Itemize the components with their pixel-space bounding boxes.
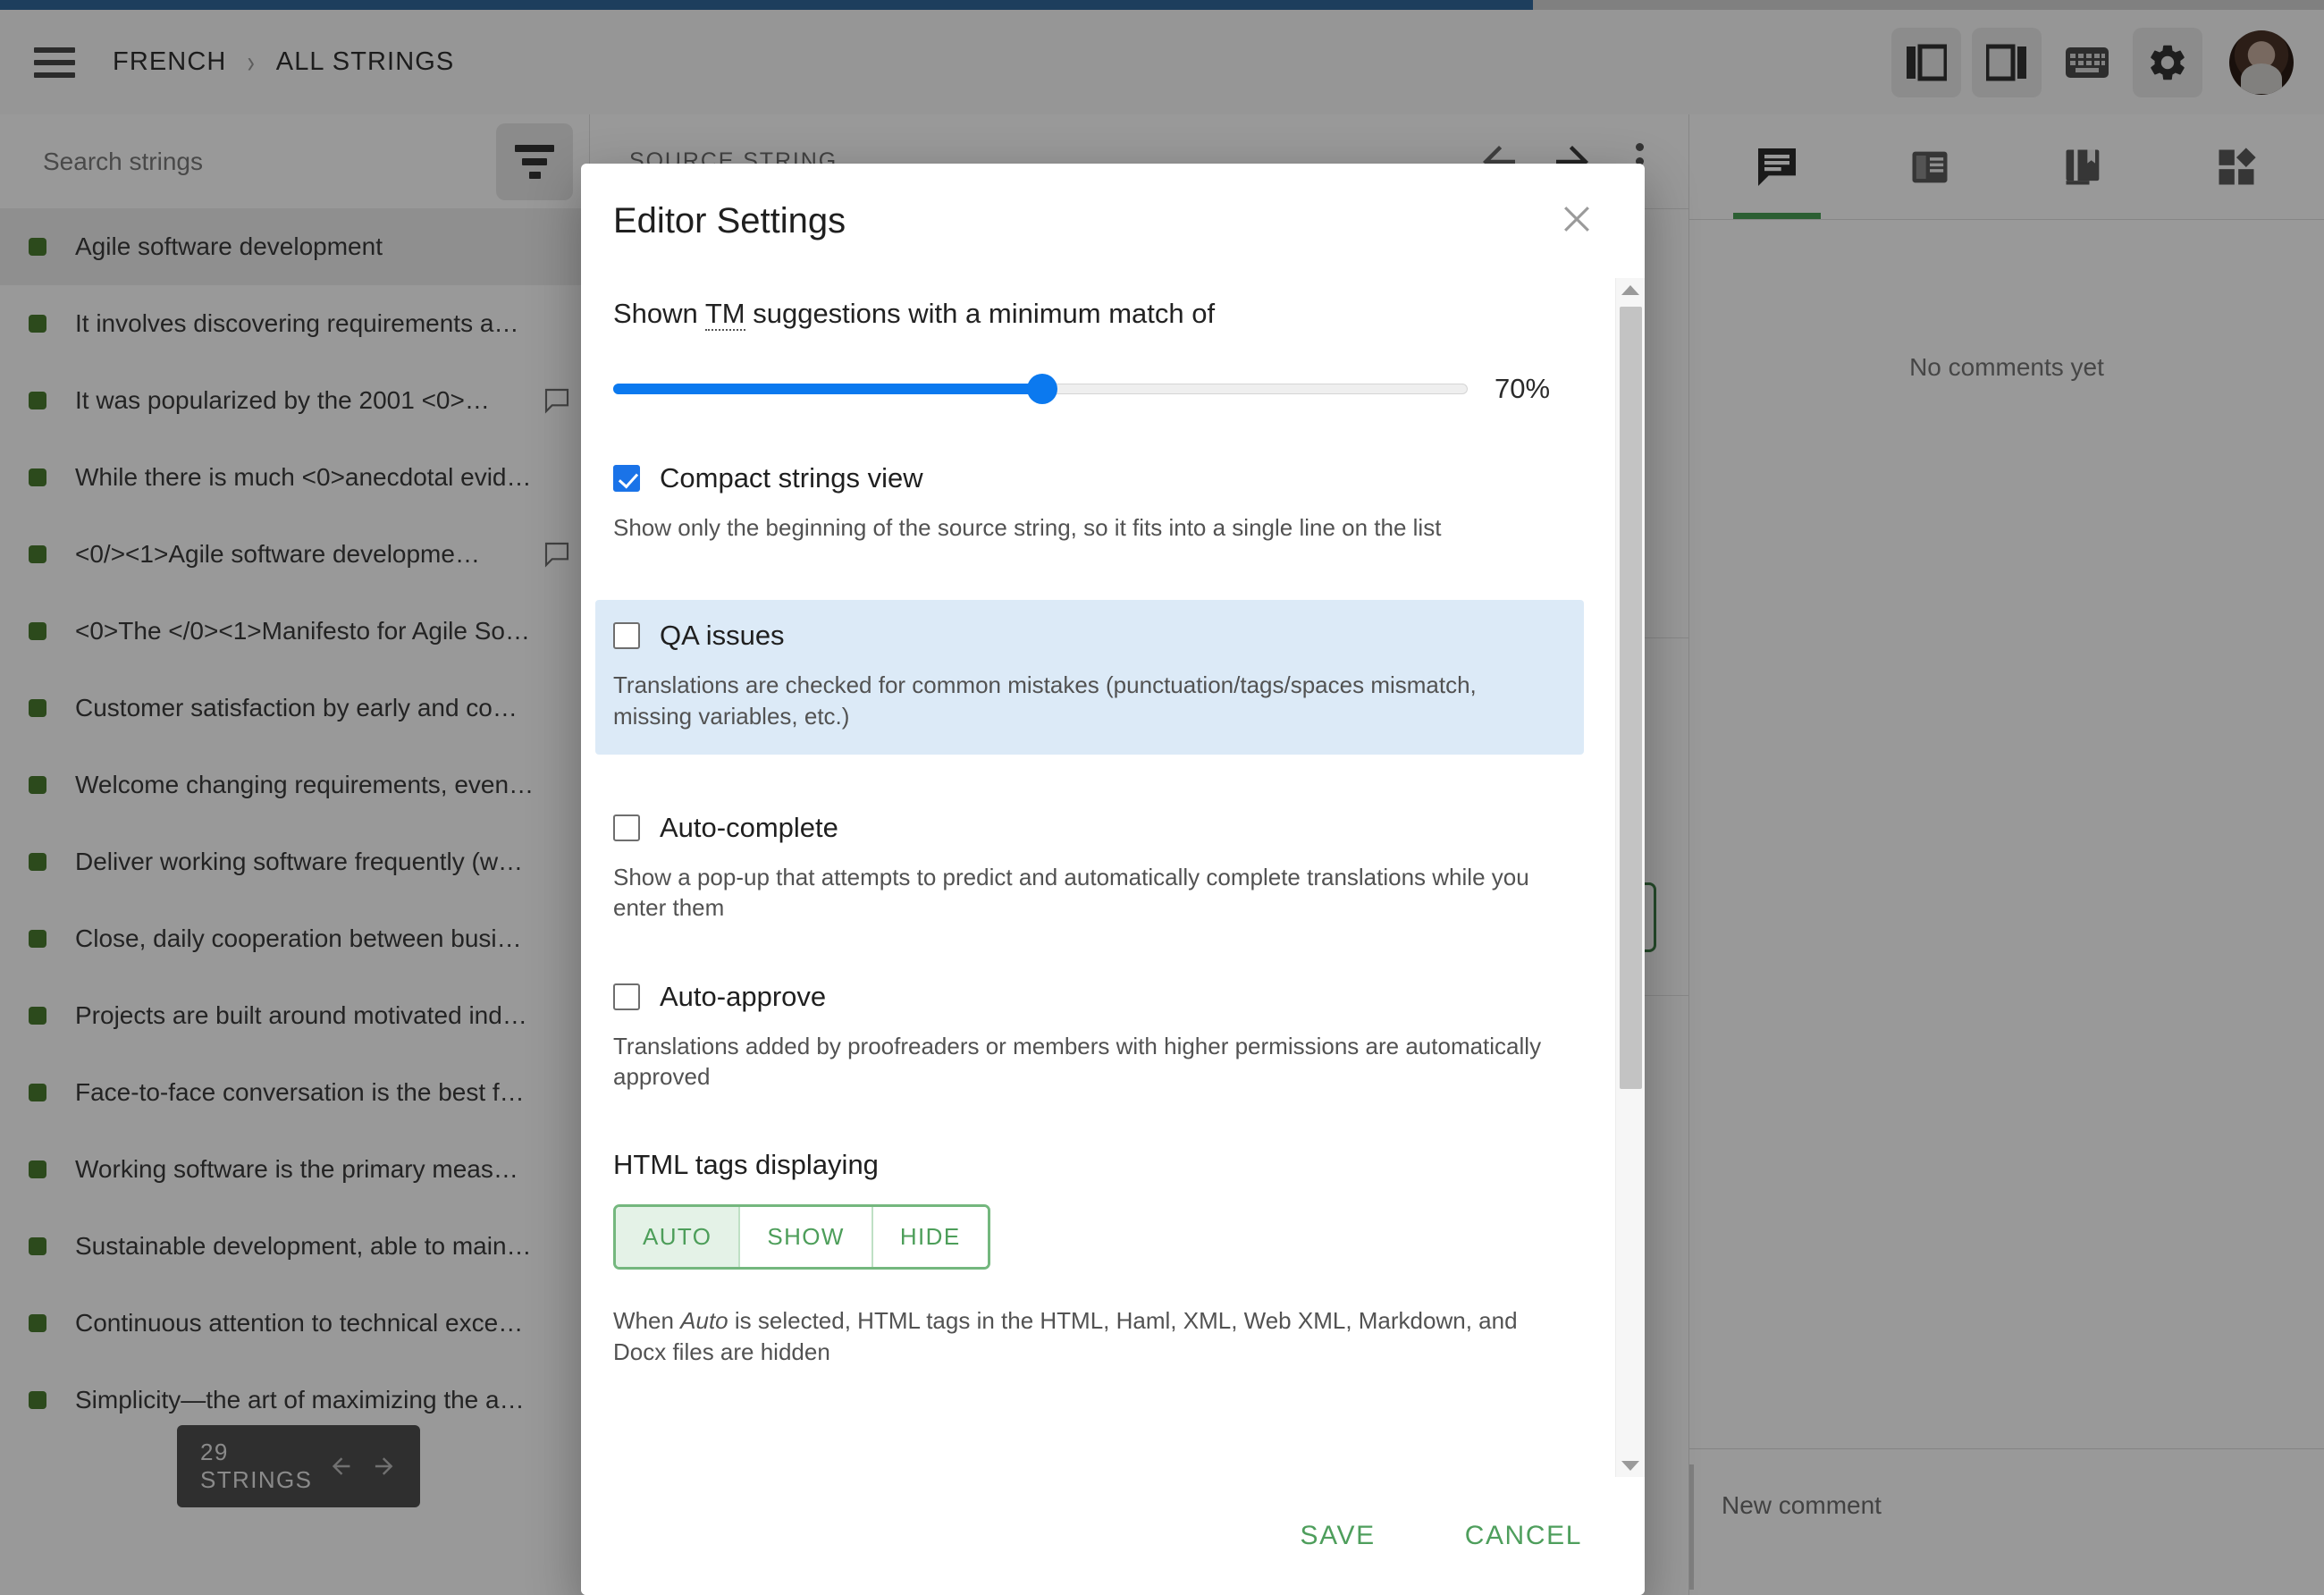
settings-options: Compact strings view Show only the beginn… [613,462,1566,1092]
html-tags-desc-pre: When [613,1307,680,1334]
html-tags-group: HTML tags displaying AUTOSHOWHIDE When A… [613,1149,1566,1368]
save-button[interactable]: SAVE [1291,1508,1384,1564]
dialog-title: Editor Settings [613,201,846,241]
scroll-up-button[interactable] [1616,278,1645,301]
auto-approve-description: Translations added by proofreaders or me… [613,1031,1561,1093]
dialog-body: Shown TM suggestions with a minimum matc… [581,278,1645,1477]
qa-issues-label: QA issues [660,620,785,652]
html-tags-segmented-control: AUTOSHOWHIDE [613,1204,990,1270]
dialog-scrollbar[interactable] [1615,278,1645,1477]
option-auto-complete: Auto-complete Show a pop-up that attempts… [613,812,1566,924]
html-tags-segment-hide[interactable]: HIDE [873,1207,988,1267]
slider-fill [613,384,1042,394]
tm-slider-row: 70% [613,373,1566,405]
html-tags-desc-post: is selected, HTML tags in the HTML, Haml… [613,1307,1518,1365]
editor-settings-dialog: Editor Settings Shown TM suggestions wit… [581,164,1645,1595]
compact-strings-view-checkbox[interactable] [613,465,640,492]
option-compact-strings-view: Compact strings view Show only the beginn… [613,462,1566,543]
option-header: Auto-complete [613,812,1566,844]
dialog-scroll-area: Shown TM suggestions with a minimum matc… [581,278,1615,1477]
option-header: Compact strings view [613,462,1566,494]
caret-up-icon [1621,285,1639,295]
cancel-button[interactable]: CANCEL [1456,1508,1591,1564]
tm-slider-value: 70% [1495,373,1566,405]
slider-thumb[interactable] [1027,374,1057,404]
tm-slider[interactable] [613,379,1468,399]
close-icon [1557,199,1596,239]
option-header: Auto-approve [613,981,1566,1013]
caret-down-icon [1621,1461,1639,1471]
option-header: QA issues [613,620,1566,652]
tm-slider-label: Shown TM suggestions with a minimum matc… [613,287,1566,330]
dialog-header: Editor Settings [581,164,1645,278]
html-tags-description: When Auto is selected, HTML tags in the … [613,1305,1566,1368]
qa-issues-description: Translations are checked for common mist… [613,670,1561,731]
app-root: FRENCH › ALL STRINGS [0,0,2324,1595]
auto-complete-label: Auto-complete [660,812,838,844]
html-tags-label: HTML tags displaying [613,1149,1566,1181]
option-auto-approve: Auto-approve Translations added by proofr… [613,981,1566,1093]
compact-strings-view-description: Show only the beginning of the source st… [613,512,1561,543]
option-qa-issues: QA issues Translations are checked for co… [595,600,1584,755]
auto-approve-label: Auto-approve [660,981,826,1013]
html-tags-segment-show[interactable]: SHOW [740,1207,872,1267]
auto-approve-checkbox[interactable] [613,983,640,1010]
scrollbar-thumb[interactable] [1620,307,1642,1089]
scroll-down-button[interactable] [1616,1454,1645,1477]
auto-complete-description: Show a pop-up that attempts to predict a… [613,862,1561,924]
auto-complete-checkbox[interactable] [613,814,640,841]
tm-label-after: suggestions with a minimum match of [745,298,1216,329]
compact-strings-view-label: Compact strings view [660,462,923,494]
html-tags-segment-auto[interactable]: AUTO [616,1207,740,1267]
tm-label-before: Shown [613,298,705,329]
dialog-footer: SAVE CANCEL [581,1477,1645,1595]
close-button[interactable] [1552,194,1602,244]
qa-issues-checkbox[interactable] [613,622,640,649]
tm-abbr: TM [705,298,745,331]
html-tags-desc-emphasis: Auto [680,1307,728,1334]
